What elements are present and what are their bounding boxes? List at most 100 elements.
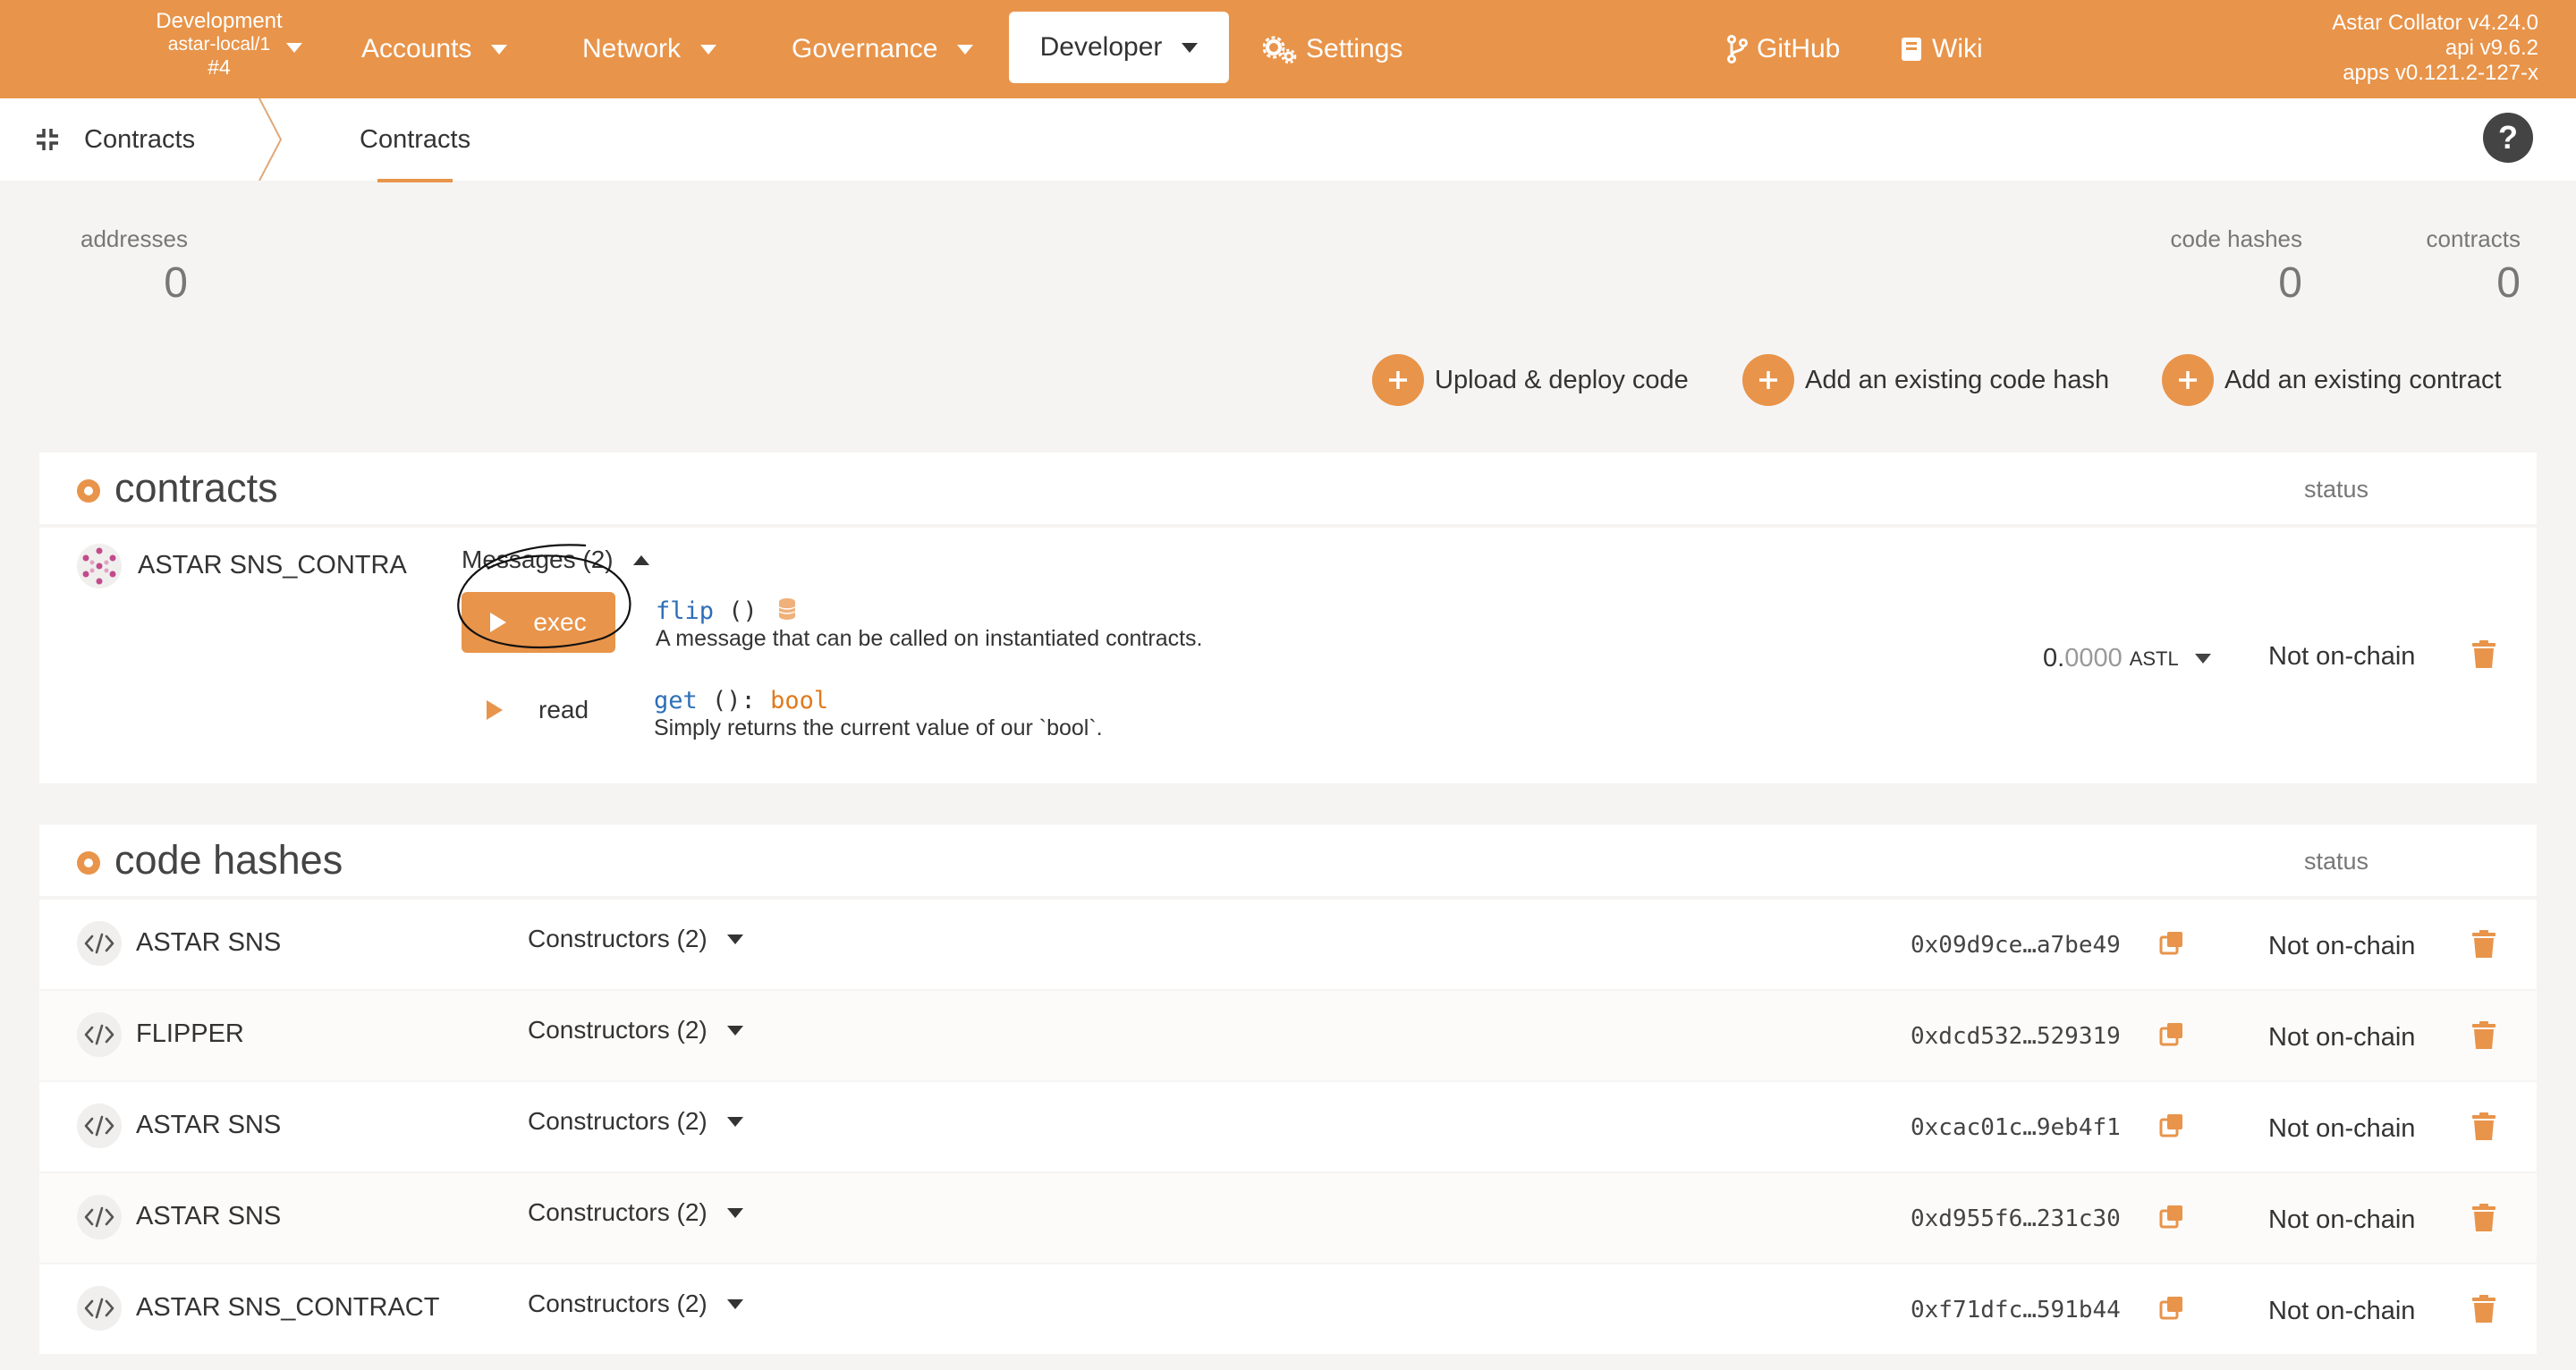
add-contract-button[interactable]: Add an existing contract xyxy=(2162,354,2502,406)
contract-status: Not on-chain xyxy=(2268,642,2416,671)
nav-wiki[interactable]: Wiki xyxy=(1900,0,1983,98)
compress-icon xyxy=(36,128,59,151)
read-label: read xyxy=(538,696,589,723)
version-collator: Astar Collator v4.24.0 xyxy=(2332,11,2538,35)
code-icon xyxy=(77,1286,122,1331)
code-hash-value: 0xf71dfc…591b44 xyxy=(1911,1297,2121,1323)
copy-icon[interactable] xyxy=(2159,1295,2184,1324)
section-dot-icon xyxy=(77,479,100,503)
plus-icon xyxy=(2162,354,2214,406)
code-hash-name: FLIPPER xyxy=(136,1019,244,1048)
chevron-down-icon xyxy=(1182,42,1199,53)
sub-header: Contracts Contracts ? xyxy=(0,98,2576,182)
constructors-toggle[interactable]: Constructors (2) xyxy=(528,925,743,953)
gears-icon xyxy=(1263,35,1297,63)
section-title: Contracts xyxy=(36,98,195,181)
hand-drawn-circle-annotation xyxy=(457,544,631,649)
upload-deploy-label: Upload & deploy code xyxy=(1435,365,1689,394)
constructors-label: Constructors (2) xyxy=(528,1290,708,1317)
trash-icon[interactable] xyxy=(2472,640,2496,673)
code-hash-name: ASTAR SNS xyxy=(136,1202,282,1230)
copy-icon[interactable] xyxy=(2159,1204,2184,1233)
summary-addresses: addresses 0 xyxy=(80,225,188,308)
nav-developer[interactable]: Developer xyxy=(1009,12,1229,83)
contracts-header: contracts status xyxy=(39,452,2537,524)
chevron-down-icon xyxy=(726,934,743,944)
plus-icon xyxy=(1372,354,1424,406)
message-flip-description: A message that can be called on instanti… xyxy=(656,626,1203,651)
nav-settings[interactable]: Settings xyxy=(1263,0,1402,98)
constructors-toggle[interactable]: Constructors (2) xyxy=(528,1290,743,1318)
nav-github-label: GitHub xyxy=(1757,34,1841,63)
database-icon xyxy=(777,597,797,627)
nav-accounts[interactable]: Accounts xyxy=(361,0,508,98)
tab-contracts[interactable]: Contracts xyxy=(360,98,470,182)
code-hash-value: 0xdcd532…529319 xyxy=(1911,1023,2121,1050)
chain-selector[interactable]: Development astar-local/1 #4 xyxy=(134,9,304,79)
plus-icon xyxy=(1742,354,1794,406)
constructors-label: Constructors (2) xyxy=(528,925,708,952)
message-get-name: get xyxy=(654,687,698,715)
contracts-status-header: status xyxy=(2304,476,2369,503)
chevron-down-icon xyxy=(726,1298,743,1309)
code-hash-value: 0xcac01c…9eb4f1 xyxy=(1911,1114,2121,1141)
copy-icon[interactable] xyxy=(2159,1021,2184,1051)
trash-icon[interactable] xyxy=(2472,1112,2496,1146)
add-code-hash-label: Add an existing code hash xyxy=(1805,365,2110,394)
constructors-label: Constructors (2) xyxy=(528,1107,708,1135)
table-row: ASTAR SNS Constructors (2) 0x09d9ce…a7be… xyxy=(39,900,2537,989)
add-code-hash-button[interactable]: Add an existing code hash xyxy=(1742,354,2109,406)
code-hashes-value: 0 xyxy=(2278,259,2302,307)
chevron-down-icon xyxy=(957,44,974,55)
copy-icon[interactable] xyxy=(2159,1112,2184,1142)
nav-github[interactable]: GitHub xyxy=(1726,0,1840,98)
constructors-toggle[interactable]: Constructors (2) xyxy=(528,1198,743,1227)
code-hash-status: Not on-chain xyxy=(2268,1023,2416,1052)
nav-network-label: Network xyxy=(582,34,682,63)
constructors-toggle[interactable]: Constructors (2) xyxy=(528,1107,743,1136)
code-hash-status: Not on-chain xyxy=(2268,932,2416,960)
message-flip: flip () xyxy=(656,597,797,627)
section-title-label: Contracts xyxy=(84,124,196,154)
code-hashes-status-header: status xyxy=(2304,848,2369,875)
chevron-down-icon xyxy=(286,43,302,53)
contracts-title: contracts xyxy=(77,465,278,512)
nav-governance-label: Governance xyxy=(792,34,938,63)
table-row: FLIPPER Constructors (2) 0xdcd532…529319… xyxy=(39,991,2537,1080)
copy-icon[interactable] xyxy=(2159,930,2184,960)
value-selector[interactable]: 0. 0000 ASTL xyxy=(2043,644,2211,673)
version-info: Astar Collator v4.24.0 api v9.6.2 apps v… xyxy=(2332,11,2538,86)
constructors-toggle[interactable]: Constructors (2) xyxy=(528,1016,743,1044)
top-navbar: Development astar-local/1 #4 Accounts Ne… xyxy=(0,0,2576,98)
code-icon xyxy=(77,1104,122,1148)
chevron-down-icon xyxy=(726,1025,743,1036)
chain-name: Development xyxy=(156,9,283,33)
nav-network[interactable]: Network xyxy=(582,0,717,98)
addresses-value: 0 xyxy=(164,259,188,307)
trash-icon[interactable] xyxy=(2472,1204,2496,1237)
summary-contracts: contracts 0 xyxy=(2427,225,2521,308)
contracts-title-label: contracts xyxy=(114,465,278,511)
version-apps: apps v0.121.2-127-x xyxy=(2343,61,2538,85)
message-get-return-type: bool xyxy=(770,687,829,715)
contract-row: ASTAR SNS_CONTRA Messages (2) 0. 0000 AST… xyxy=(39,528,2537,783)
nav-governance[interactable]: Governance xyxy=(792,0,974,98)
trash-icon[interactable] xyxy=(2472,930,2496,963)
message-get-description: Simply returns the current value of our … xyxy=(654,715,1103,740)
version-api: api v9.6.2 xyxy=(2445,36,2538,60)
code-icon xyxy=(77,921,122,966)
trash-icon[interactable] xyxy=(2472,1021,2496,1054)
code-hash-status: Not on-chain xyxy=(2268,1297,2416,1325)
constructors-label: Constructors (2) xyxy=(528,1198,708,1226)
trash-icon[interactable] xyxy=(2472,1295,2496,1328)
nav-developer-label: Developer xyxy=(1039,32,1163,62)
code-branch-icon xyxy=(1726,35,1748,63)
book-icon xyxy=(1900,36,1923,63)
section-dot-icon xyxy=(77,851,100,875)
breadcrumb-separator xyxy=(258,98,283,181)
read-button[interactable]: read xyxy=(487,696,589,724)
table-row: ASTAR SNS Constructors (2) 0xd955f6…231c… xyxy=(39,1173,2537,1263)
upload-deploy-button[interactable]: Upload & deploy code xyxy=(1372,354,1689,406)
chevron-down-icon xyxy=(726,1116,743,1127)
help-button[interactable]: ? xyxy=(2483,113,2533,163)
